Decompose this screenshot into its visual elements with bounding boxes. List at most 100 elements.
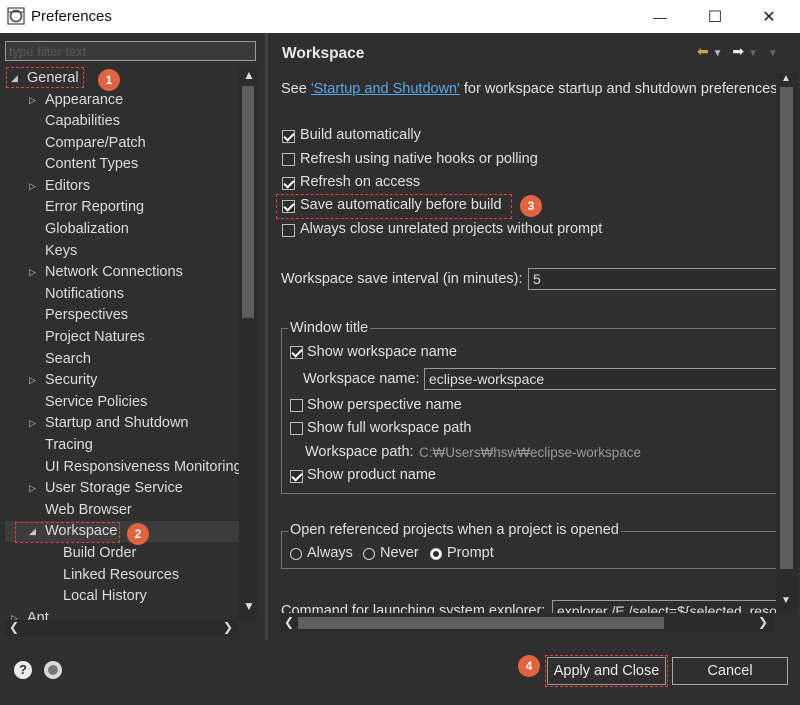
collapsed-twisty-icon[interactable]: ▷ (29, 176, 39, 197)
scroll-thumb[interactable] (780, 87, 793, 569)
tree-item-label: Appearance (45, 92, 124, 108)
radio-prompt-label[interactable]: Prompt (447, 545, 494, 561)
tree-item-security[interactable]: ▷ Security (27, 370, 97, 391)
save-interval-label: Workspace save interval (in minutes): (281, 271, 523, 287)
workspace-name-input[interactable]: eclipse-workspace (424, 368, 776, 390)
collapsed-twisty-icon[interactable]: ▷ (29, 478, 39, 499)
scroll-down-icon[interactable]: ▼ (243, 599, 255, 613)
filter-input[interactable]: type filter text (5, 41, 256, 61)
tree-item-label: Build Order (63, 545, 137, 561)
tree-item-network-connections[interactable]: ▷ Network Connections (27, 262, 183, 283)
tree-item-web-browser[interactable]: Web Browser (45, 500, 132, 521)
tree-item-perspectives[interactable]: Perspectives (45, 305, 128, 326)
tree-item-notifications[interactable]: Notifications (45, 284, 124, 305)
tree-horizontal-scrollbar[interactable]: ❮ ❯ (5, 620, 239, 636)
tree-item-label: Compare/Patch (45, 135, 146, 151)
collapsed-twisty-icon[interactable]: ▷ (29, 262, 39, 283)
collapsed-twisty-icon[interactable]: ▷ (29, 413, 39, 434)
build-automatically-checkbox[interactable] (282, 130, 295, 143)
tree-item-ui-responsiveness[interactable]: UI Responsiveness Monitoring (45, 457, 239, 478)
scroll-right-icon[interactable]: ❯ (758, 615, 768, 629)
tree-vertical-scrollbar[interactable]: ▲ ▼ (239, 66, 257, 621)
help-icon[interactable]: ? (14, 661, 32, 679)
close-button[interactable]: ✕ (746, 0, 792, 33)
collapsed-twisty-icon[interactable]: ▷ (29, 90, 39, 111)
scroll-left-icon[interactable]: ❮ (9, 620, 19, 634)
radio-never-label[interactable]: Never (380, 545, 419, 561)
collapsed-twisty-icon[interactable]: ▷ (29, 370, 39, 391)
tree-item-compare-patch[interactable]: Compare/Patch (45, 133, 146, 154)
badge-3: 3 (520, 195, 542, 217)
system-explorer-input[interactable]: explorer /E,/select=${selected_resource_… (552, 600, 776, 613)
window-title-group-label: Window title (288, 320, 371, 336)
refresh-on-access-label[interactable]: Refresh on access (300, 174, 420, 190)
refresh-native-label[interactable]: Refresh using native hooks or polling (300, 151, 538, 167)
show-workspace-name-label[interactable]: Show workspace name (307, 344, 457, 360)
maximize-button[interactable]: ☐ (692, 0, 738, 33)
scroll-right-icon[interactable]: ❯ (223, 620, 233, 634)
refresh-native-checkbox[interactable] (282, 153, 295, 166)
tree-item-label: Web Browser (45, 502, 132, 518)
scroll-thumb[interactable] (298, 617, 664, 629)
always-close-label[interactable]: Always close unrelated projects without … (300, 221, 602, 237)
tree-item-tracing[interactable]: Tracing (45, 435, 93, 456)
badge-2: 2 (127, 523, 149, 545)
window-title: Preferences (31, 8, 112, 25)
tree-item-build-order[interactable]: Build Order (63, 543, 136, 564)
tree-item-local-history[interactable]: Local History (63, 586, 147, 607)
page-vertical-scrollbar[interactable]: ▲ ▼ (776, 73, 798, 613)
tree-item-label: Perspectives (45, 307, 129, 323)
tree-item-startup-shutdown[interactable]: ▷ Startup and Shutdown (27, 413, 189, 434)
tree-item-user-storage[interactable]: ▷ User Storage Service (27, 478, 183, 499)
radio-always[interactable] (290, 548, 302, 560)
tree-item-capabilities[interactable]: Capabilities (45, 111, 120, 132)
view-menu-icon[interactable]: ▼ (768, 48, 778, 59)
always-close-checkbox[interactable] (282, 224, 295, 237)
import-export-icon[interactable] (44, 661, 62, 679)
back-arrow-icon[interactable]: ⬅ (697, 43, 709, 59)
tree-item-content-types[interactable]: Content Types (45, 154, 138, 175)
show-full-path-checkbox[interactable] (290, 422, 303, 435)
tree-item-project-natures[interactable]: Project Natures (45, 327, 145, 348)
scroll-left-icon[interactable]: ❮ (284, 615, 294, 629)
scroll-up-icon[interactable]: ▲ (243, 68, 255, 82)
tree-item-error-reporting[interactable]: Error Reporting (45, 197, 144, 218)
show-full-path-label[interactable]: Show full workspace path (307, 420, 471, 436)
forward-menu-chevron-icon[interactable]: ▼ (748, 48, 758, 59)
startup-shutdown-link[interactable]: 'Startup and Shutdown' (311, 81, 460, 97)
scroll-up-icon[interactable]: ▲ (781, 73, 791, 84)
scroll-down-icon[interactable]: ▼ (781, 595, 791, 606)
apply-and-close-button[interactable]: Apply and Close (545, 655, 668, 687)
tree-item-label: Local History (63, 588, 147, 604)
tree-item-service-policies[interactable]: Service Policies (45, 392, 147, 413)
build-automatically-label[interactable]: Build automatically (300, 127, 421, 143)
radio-always-label[interactable]: Always (307, 545, 353, 561)
pane-divider[interactable] (265, 33, 268, 640)
cancel-button[interactable]: Cancel (672, 657, 788, 685)
radio-prompt[interactable] (430, 548, 442, 560)
tree-item-appearance[interactable]: ▷ Appearance (27, 90, 123, 111)
back-menu-chevron-icon[interactable]: ▼ (713, 48, 723, 59)
refresh-on-access-checkbox[interactable] (282, 177, 295, 190)
tree-item-search[interactable]: Search (45, 349, 91, 370)
tree-item-linked-resources[interactable]: Linked Resources (63, 565, 179, 586)
save-interval-input[interactable]: 5 (528, 268, 776, 290)
tree-item-label: Capabilities (45, 113, 120, 129)
show-perspective-checkbox[interactable] (290, 399, 303, 412)
show-workspace-name-checkbox[interactable] (290, 346, 303, 359)
intro-text: See 'Startup and Shutdown' for workspace… (281, 81, 776, 97)
minimize-button[interactable]: — (637, 0, 683, 33)
radio-never[interactable] (363, 548, 375, 560)
forward-arrow-icon[interactable]: ➡ (732, 43, 744, 59)
tree-item-editors[interactable]: ▷ Editors (27, 176, 90, 197)
tree-item-globalization[interactable]: Globalization (45, 219, 129, 240)
show-product-name-label[interactable]: Show product name (307, 467, 436, 483)
intro-suffix: for workspace startup and shutdown prefe… (459, 81, 776, 97)
tree-item-keys[interactable]: Keys (45, 241, 77, 262)
show-perspective-label[interactable]: Show perspective name (307, 397, 462, 413)
scroll-thumb[interactable] (242, 86, 254, 318)
show-product-name-checkbox[interactable] (290, 470, 303, 483)
highlight-box-general (6, 67, 84, 88)
open-referenced-group-label: Open referenced projects when a project … (288, 522, 621, 538)
page-horizontal-scrollbar[interactable]: ❮ ❯ (280, 614, 774, 632)
